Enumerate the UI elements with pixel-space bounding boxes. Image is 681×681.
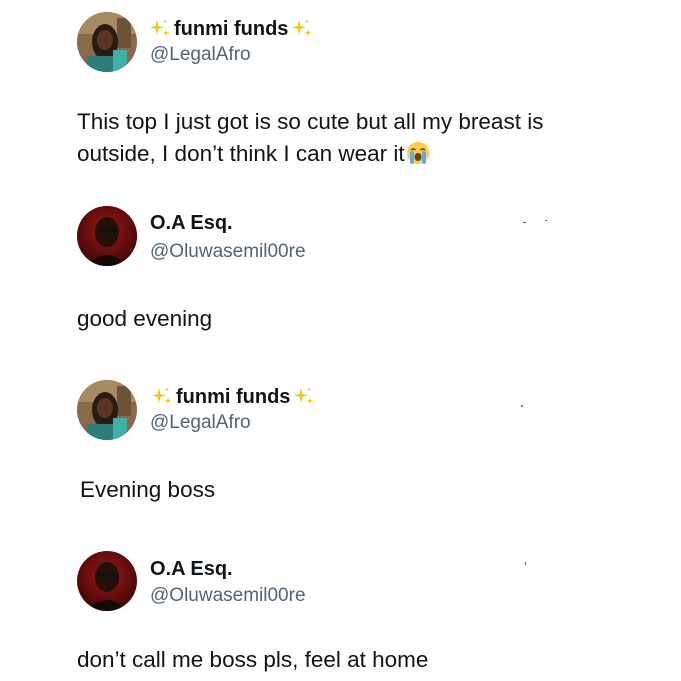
sparkles-icon (152, 387, 172, 405)
image-speck (521, 405, 523, 407)
avatar[interactable] (77, 206, 137, 266)
display-name: funmi funds (176, 385, 291, 408)
display-name-row[interactable]: funmi funds (150, 385, 316, 409)
man-portrait-avatar-icon (77, 551, 137, 611)
image-speck (523, 222, 526, 223)
tweet-text: Evening boss (80, 477, 216, 502)
loudly-crying-face-emoji-icon (406, 142, 429, 164)
sparkles-icon (292, 19, 312, 37)
tweet-text: good evening (77, 306, 213, 331)
display-name-row[interactable]: funmi funds (148, 17, 314, 41)
avatar[interactable] (77, 12, 137, 72)
display-name-row[interactable]: O.A Esq. (150, 212, 233, 235)
avatar[interactable] (77, 551, 137, 611)
display-name: funmi funds (174, 17, 289, 40)
sparkles-icon (150, 19, 170, 37)
man-portrait-avatar-icon (77, 206, 137, 266)
tweet-text: This top I just got is so cute but all m… (77, 106, 597, 170)
image-speck (545, 220, 547, 221)
user-handle[interactable]: @Oluwasemil00re (150, 241, 306, 263)
user-handle[interactable]: @LegalAfro (150, 412, 251, 434)
sparkles-icon (294, 387, 314, 405)
display-name-row[interactable]: O.A Esq. (150, 558, 233, 581)
avatar[interactable] (77, 380, 137, 440)
image-speck (525, 562, 526, 565)
display-name: O.A Esq. (150, 212, 233, 234)
user-handle[interactable]: @Oluwasemil00re (150, 585, 306, 607)
woman-selfie-avatar-icon (77, 12, 137, 72)
tweet-text: don’t call me boss pls, feel at home (77, 647, 429, 672)
tweet-text-content: This top I just got is so cute but all m… (77, 109, 544, 166)
woman-selfie-avatar-icon (77, 380, 137, 440)
user-handle[interactable]: @LegalAfro (150, 44, 251, 66)
display-name: O.A Esq. (150, 558, 233, 580)
